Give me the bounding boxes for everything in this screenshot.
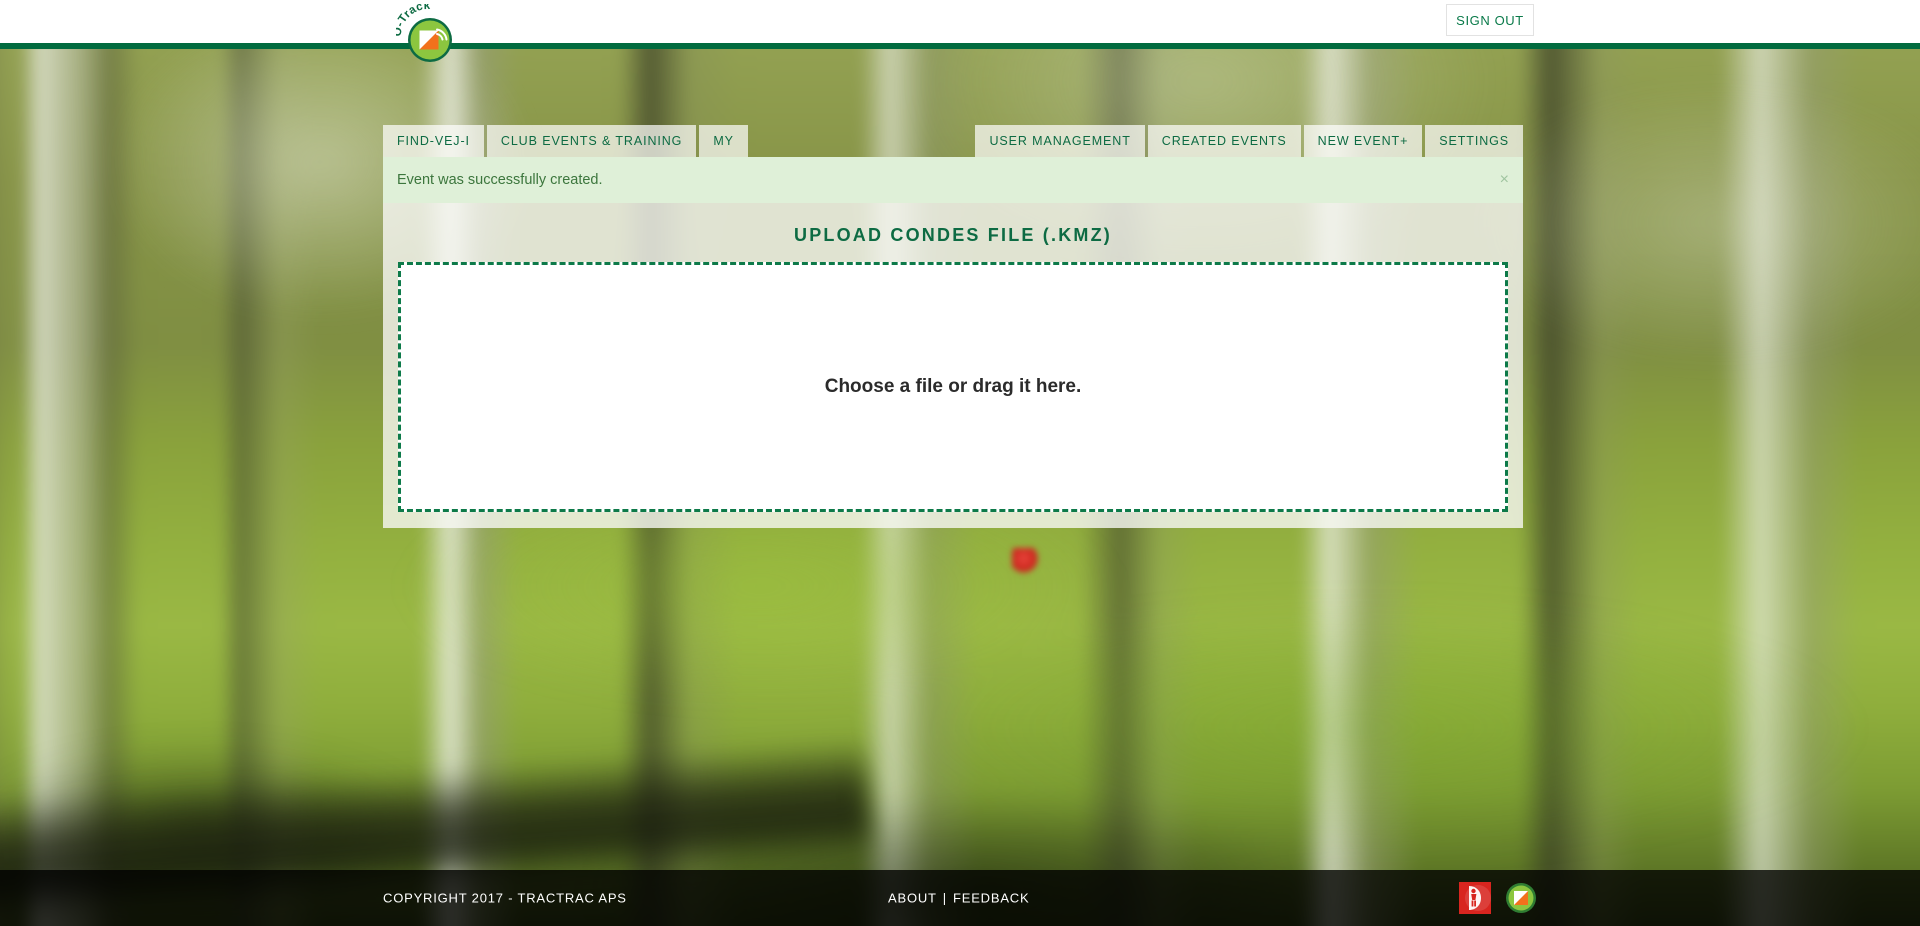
o-track-logo[interactable]: O-Track <box>392 0 458 66</box>
alert-message: Event was successfully created. <box>397 172 603 188</box>
footer-icons <box>1459 882 1537 914</box>
nav-tab-new-event[interactable]: NEW EVENT+ <box>1303 125 1423 157</box>
brand-green-stripe <box>0 43 1920 49</box>
top-header-bar <box>0 0 1920 43</box>
footer-copyright: COPYRIGHT 2017 - TRACTRAC APS <box>383 890 627 906</box>
nav-tab-label: CREATED EVENTS <box>1161 134 1287 148</box>
footer-separator: | <box>942 890 947 906</box>
sign-out-label: SIGN OUT <box>1456 12 1524 28</box>
nav-tab-created-events[interactable]: CREATED EVENTS <box>1147 125 1301 157</box>
nav-group-left: FIND-VEJ-I CLUB EVENTS & TRAINING MY <box>383 125 748 157</box>
nav-tab-user-management[interactable]: USER MANAGEMENT <box>975 125 1145 157</box>
nav-tab-label: NEW EVENT+ <box>1317 134 1409 148</box>
footer-links: ABOUT | FEEDBACK <box>888 891 1029 906</box>
nav-group-right: USER MANAGEMENT CREATED EVENTS NEW EVENT… <box>975 125 1523 157</box>
nav-tab-settings[interactable]: SETTINGS <box>1425 125 1523 157</box>
nav-tab-label: MY <box>713 134 734 148</box>
nav-tab-label: USER MANAGEMENT <box>989 134 1131 148</box>
feedback-link[interactable]: FEEDBACK <box>953 891 1029 906</box>
background-control-flag <box>1012 548 1038 574</box>
nav-tab-label: SETTINGS <box>1439 134 1509 148</box>
o-track-circle-icon[interactable] <box>1505 882 1537 914</box>
nav-tab-label: CLUB EVENTS & TRAINING <box>500 134 683 148</box>
upload-panel: UPLOAD CONDES FILE (.KMZ) Choose a file … <box>383 203 1523 528</box>
file-dropzone[interactable]: Choose a file or drag it here. <box>398 262 1508 512</box>
success-alert: Event was successfully created. × <box>383 157 1523 203</box>
sign-out-button[interactable]: SIGN OUT <box>1446 4 1534 36</box>
main-content-column: FIND-VEJ-I CLUB EVENTS & TRAINING MY USE… <box>383 125 1523 528</box>
nav-tab-my[interactable]: MY <box>699 125 748 157</box>
dropzone-label: Choose a file or drag it here. <box>824 376 1082 397</box>
about-link[interactable]: ABOUT <box>888 891 937 906</box>
close-icon[interactable]: × <box>1500 172 1509 188</box>
nav-tab-club-events-training[interactable]: CLUB EVENTS & TRAINING <box>486 125 697 157</box>
nav-tab-label: FIND-VEJ-I <box>397 134 470 148</box>
page-title: UPLOAD CONDES FILE (.KMZ) <box>794 225 1112 245</box>
orienteering-federation-icon[interactable] <box>1459 882 1491 914</box>
page-footer: COPYRIGHT 2017 - TRACTRAC APS ABOUT | FE… <box>0 870 1920 926</box>
navigation-tabs: FIND-VEJ-I CLUB EVENTS & TRAINING MY USE… <box>383 125 1523 157</box>
footer-inner: COPYRIGHT 2017 - TRACTRAC APS ABOUT | FE… <box>0 870 1920 926</box>
nav-tab-find-vej-i[interactable]: FIND-VEJ-I <box>383 125 484 157</box>
